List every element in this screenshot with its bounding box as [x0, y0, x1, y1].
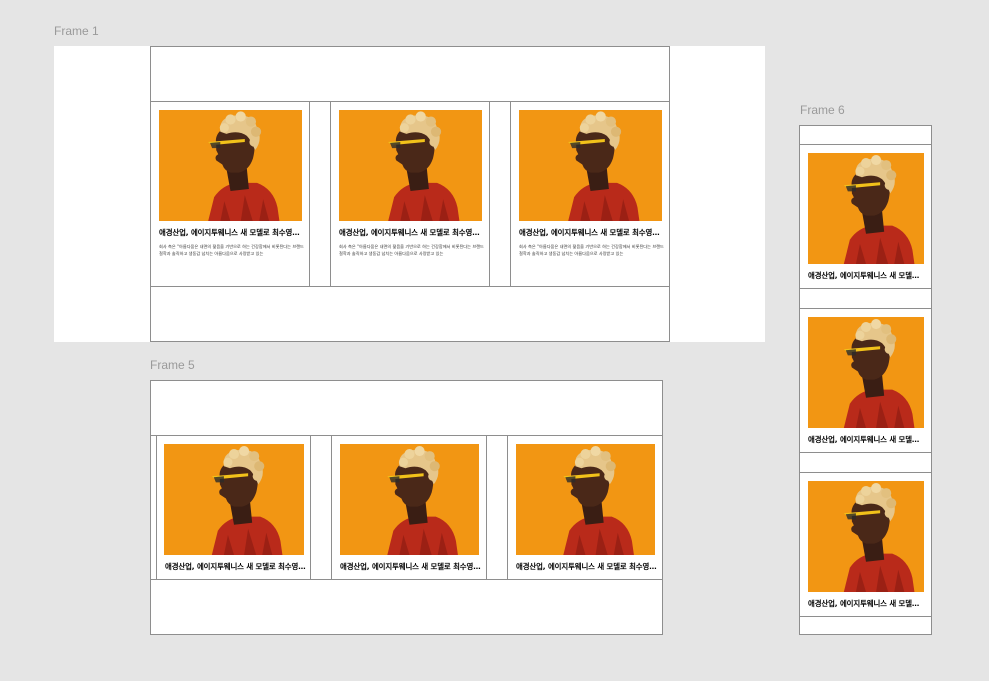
article-title: 애경산업, 에이지투웨니스 새 모델로 최수영…: [165, 562, 306, 571]
frame-5-label[interactable]: Frame 5: [150, 358, 195, 372]
article-thumbnail: [519, 110, 662, 221]
article-title: 애경산업, 에이지투웨니스 새 모델로 최수영…: [339, 228, 480, 237]
article-title: 애경산업, 에이지투웨니스 새 모델…: [808, 435, 920, 444]
frame-1-label[interactable]: Frame 1: [54, 24, 99, 38]
person-photo-icon: [340, 444, 479, 555]
article-thumbnail: [339, 110, 482, 221]
article-description: 회사 측은 "아름다움은 내면의 젊음을 기반으로 하는 건강함에서 비롯된다는…: [159, 244, 304, 256]
article-title: 애경산업, 에이지투웨니스 새 모델로 최수영…: [340, 562, 481, 571]
article-thumbnail: [808, 153, 924, 264]
article-title: 애경산업, 에이지투웨니스 새 모델…: [808, 599, 920, 608]
person-photo-icon: [808, 317, 924, 428]
frame-6[interactable]: 애경산업, 에이지투웨니스 새 모델… 애경산업, 에이지투웨니스 새 모델… …: [799, 125, 932, 635]
article-card[interactable]: 애경산업, 에이지투웨니스 새 모델…: [799, 308, 932, 453]
article-thumbnail: [808, 317, 924, 428]
person-photo-icon: [519, 110, 662, 221]
frame-5[interactable]: 애경산업, 에이지투웨니스 새 모델로 최수영… 애경산업, 에이지투웨니스 새…: [150, 380, 663, 635]
article-description: 회사 측은 "아름다움은 내면의 젊음을 기반으로 하는 건강함에서 비롯된다는…: [519, 244, 664, 256]
article-thumbnail: [340, 444, 479, 555]
person-photo-icon: [808, 481, 924, 592]
article-title: 애경산업, 에이지투웨니스 새 모델로 최수영…: [516, 562, 657, 571]
article-card[interactable]: 애경산업, 에이지투웨니스 새 모델로 최수영… 회사 측은 "아름다움은 내면…: [330, 101, 490, 287]
article-title: 애경산업, 에이지투웨니스 새 모델로 최수영…: [519, 228, 660, 237]
article-thumbnail: [808, 481, 924, 592]
article-card[interactable]: 애경산업, 에이지투웨니스 새 모델로 최수영… 회사 측은 "아름다움은 내면…: [150, 101, 310, 287]
article-description: 회사 측은 "아름다움은 내면의 젊음을 기반으로 하는 건강함에서 비롯된다는…: [339, 244, 484, 256]
frame-6-label[interactable]: Frame 6: [800, 103, 845, 117]
article-card[interactable]: 애경산업, 에이지투웨니스 새 모델…: [799, 472, 932, 617]
article-card[interactable]: 애경산업, 에이지투웨니스 새 모델로 최수영…: [507, 435, 663, 580]
article-card[interactable]: 애경산업, 에이지투웨니스 새 모델로 최수영…: [156, 435, 311, 580]
article-title: 애경산업, 에이지투웨니스 새 모델…: [808, 271, 920, 280]
article-card[interactable]: 애경산업, 에이지투웨니스 새 모델…: [799, 144, 932, 289]
person-photo-icon: [808, 153, 924, 264]
article-card[interactable]: 애경산업, 에이지투웨니스 새 모델로 최수영…: [331, 435, 487, 580]
person-photo-icon: [164, 444, 304, 555]
person-photo-icon: [159, 110, 302, 221]
person-photo-icon: [339, 110, 482, 221]
article-thumbnail: [164, 444, 304, 555]
article-thumbnail: [516, 444, 655, 555]
person-photo-icon: [516, 444, 655, 555]
article-title: 애경산업, 에이지투웨니스 새 모델로 최수영…: [159, 228, 300, 237]
article-card[interactable]: 애경산업, 에이지투웨니스 새 모델로 최수영… 회사 측은 "아름다움은 내면…: [510, 101, 670, 287]
article-thumbnail: [159, 110, 302, 221]
frame-1[interactable]: 애경산업, 에이지투웨니스 새 모델로 최수영… 회사 측은 "아름다움은 내면…: [54, 46, 765, 342]
